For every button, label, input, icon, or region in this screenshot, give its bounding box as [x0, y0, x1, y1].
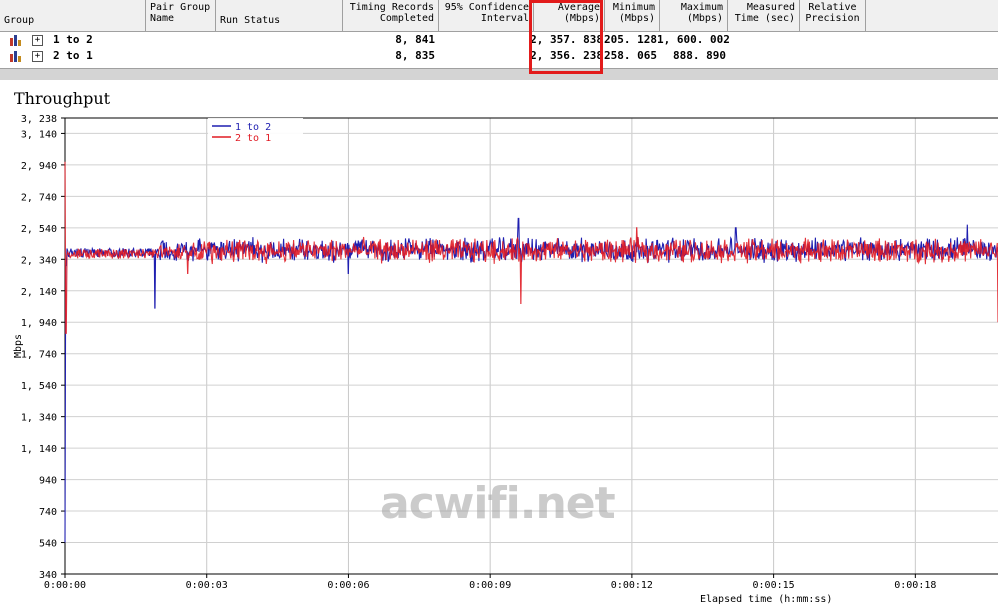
y-tick-label: 1, 140 — [21, 444, 57, 455]
y-tick-label: 1, 740 — [21, 350, 57, 361]
y-tick-label: 3, 140 — [21, 129, 57, 140]
y-tick-label: 1, 340 — [21, 413, 57, 424]
y-tick-label: 2, 140 — [21, 287, 57, 298]
x-tick-label: 0:00:12 — [611, 580, 653, 591]
y-tick-label: 2, 740 — [21, 192, 57, 203]
y-tick-label: 1, 940 — [21, 318, 57, 329]
watermark: acwifi.net — [380, 478, 616, 529]
x-tick-label: 0:00:00 — [44, 580, 86, 591]
x-tick-label: 0:00:18 — [894, 580, 936, 591]
legend-label: 1 to 2 — [235, 122, 271, 133]
y-tick-label: 3, 238 — [21, 114, 57, 125]
legend-label: 2 to 1 — [235, 133, 271, 144]
y-tick-label: 740 — [39, 507, 57, 518]
y-tick-label: 540 — [39, 539, 57, 550]
x-tick-label: 0:00:09 — [469, 580, 511, 591]
y-tick-label: 2, 540 — [21, 224, 57, 235]
x-tick-label: 0:00:03 — [186, 580, 228, 591]
y-tick-label: 2, 340 — [21, 255, 57, 266]
x-axis-unit-fragment: Elapsed time (h:mm:ss) — [700, 594, 833, 605]
y-axis-label: Mbps — [13, 334, 24, 358]
series-line-2 — [64, 161, 998, 334]
y-tick-label: 940 — [39, 476, 57, 487]
y-tick-label: 2, 940 — [21, 161, 57, 172]
y-tick-label: 1, 540 — [21, 381, 57, 392]
x-tick-label: 0:00:15 — [753, 580, 795, 591]
x-tick-label: 0:00:06 — [327, 580, 369, 591]
